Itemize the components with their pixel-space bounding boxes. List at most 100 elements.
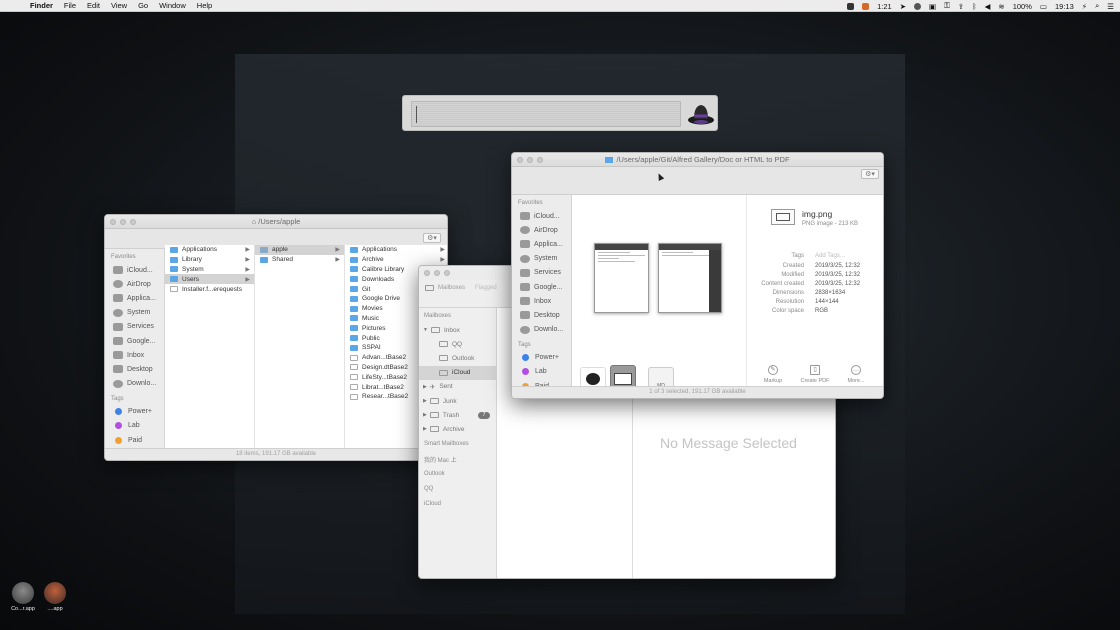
calendar-status-icon[interactable] — [862, 2, 870, 10]
sidebar-item-desktop[interactable]: Desktop — [512, 308, 571, 322]
location-icon[interactable]: ➤ — [900, 2, 906, 11]
preview-page-2[interactable] — [658, 243, 722, 313]
sidebar-item-downloads[interactable]: Downlo... — [105, 377, 164, 391]
menu-view[interactable]: View — [111, 1, 127, 10]
create-pdf-action[interactable]: ▯ Create PDF — [798, 365, 832, 384]
markup-action[interactable]: ✎ Markup — [756, 365, 790, 384]
action-gear-button[interactable]: ⚙▾ — [861, 169, 879, 179]
sidebar-tag-paid[interactable]: Paid — [105, 433, 164, 447]
more-action[interactable]: … More... — [839, 365, 873, 384]
add-tags-field[interactable]: Add Tags... — [815, 253, 845, 259]
sidebar-item-downloads[interactable]: Downlo... — [512, 323, 571, 337]
action-gear-button[interactable]: ⚙▾ — [423, 233, 441, 243]
mailbox-outlook[interactable]: Outlook — [419, 351, 496, 365]
sidebar-tag-power[interactable]: Power+ — [512, 351, 571, 365]
folder-icon — [260, 256, 268, 263]
mailbox-qq[interactable]: QQ — [419, 337, 496, 351]
alfred-hat-icon[interactable] — [687, 99, 715, 127]
sidebar-item-inbox[interactable]: Inbox — [512, 294, 571, 308]
minimize-button[interactable] — [434, 270, 440, 276]
sidebar-item-services[interactable]: Services — [105, 320, 164, 334]
sidebar-item-google[interactable]: Google... — [105, 334, 164, 348]
sidebar-item-airdrop[interactable]: AirDrop — [105, 277, 164, 291]
item-label: Archive — [362, 256, 384, 264]
sidebar-item-applications[interactable]: Applica... — [512, 237, 571, 251]
control-center-icon[interactable]: ☰ — [1107, 2, 1114, 11]
clock[interactable]: 19:13 — [1055, 2, 1074, 11]
on-my-mac-header[interactable]: 我的 Mac 上 — [419, 452, 496, 467]
battery-icon[interactable]: ▭ — [1040, 2, 1047, 11]
sidebar-tag-lab[interactable]: Lab — [105, 419, 164, 433]
gallery-view: MD — [572, 195, 746, 393]
list-item[interactable]: Shared ▶ — [255, 255, 344, 265]
list-item-selected[interactable]: apple ▶ — [255, 245, 344, 255]
sidebar-item-desktop[interactable]: Desktop — [105, 362, 164, 376]
qq-header[interactable]: QQ — [419, 482, 496, 497]
menu-window[interactable]: Window — [159, 1, 186, 10]
battery-percent[interactable]: 100% — [1013, 2, 1032, 11]
mailbox-archive[interactable]: ▶ Archive — [419, 422, 496, 436]
mailbox-junk[interactable]: ▶ Junk — [419, 394, 496, 408]
chevron-right-icon: ▶ — [335, 257, 340, 264]
alfred-search-input[interactable] — [411, 101, 681, 127]
sidebar-tag-lab[interactable]: Lab — [512, 365, 571, 379]
tags-header: Tags — [111, 395, 124, 402]
menu-help[interactable]: Help — [197, 1, 212, 10]
upload-icon[interactable]: ⇪ — [958, 2, 964, 11]
list-item[interactable]: Archive ▶ — [345, 255, 447, 265]
sidebar-item-airdrop[interactable]: AirDrop — [512, 223, 571, 237]
sidebar-tag-power[interactable]: Power+ — [105, 405, 164, 419]
item-label: Google Drive — [362, 295, 400, 303]
menu-go[interactable]: Go — [138, 1, 148, 10]
desktop-app-1[interactable]: Co...r.app — [8, 582, 38, 612]
archive-icon — [429, 426, 439, 433]
window-titlebar[interactable]: /Users/apple/Git/Alfred Gallery/Doc or H… — [512, 153, 883, 167]
preview-page-1[interactable] — [594, 243, 649, 313]
mailbox-icloud[interactable]: iCloud — [419, 365, 496, 380]
sidebar-item-icloud[interactable]: iCloud... — [105, 263, 164, 277]
list-item[interactable]: Library ▶ — [165, 255, 254, 265]
mailbox-sent[interactable]: ▶ ✈ Sent — [419, 380, 496, 394]
mailboxes-button[interactable]: Mailboxes — [425, 285, 465, 291]
folder-icon — [350, 344, 358, 351]
sidebar-item-applications[interactable]: Applica... — [105, 291, 164, 305]
list-item[interactable]: Installer.f...erequests — [165, 284, 254, 294]
sidebar-item-services[interactable]: Services — [512, 266, 571, 280]
app-menu[interactable]: Finder — [30, 1, 53, 10]
sidebar-item-google[interactable]: Google... — [512, 280, 571, 294]
mailbox-inbox[interactable]: ▼ Inbox — [419, 323, 496, 337]
volume-icon[interactable]: ◀ — [985, 2, 991, 11]
sidebar-item-system[interactable]: System — [105, 306, 164, 320]
list-item[interactable]: System ▶ — [165, 265, 254, 275]
list-item[interactable]: Applications ▶ — [345, 245, 447, 255]
list-item-selected[interactable]: Users ▶ — [165, 274, 254, 285]
lock-icon[interactable]: ⚿ — [944, 1, 950, 11]
display-icon[interactable]: ▣ — [929, 2, 936, 11]
flash-icon[interactable]: ⚡ — [1082, 2, 1087, 11]
outlook-header[interactable]: Outlook — [419, 467, 496, 482]
sidebar-item-system[interactable]: System — [512, 252, 571, 266]
close-button[interactable] — [424, 270, 430, 276]
spotlight-search-icon[interactable]: ⌕ — [1095, 1, 1099, 11]
menu-edit[interactable]: Edit — [87, 1, 100, 10]
wifi-icon[interactable]: ≋ — [998, 2, 1004, 11]
timer-status[interactable]: 1:21 — [877, 2, 892, 11]
sidebar-item-inbox[interactable]: Inbox — [105, 348, 164, 362]
document-icon — [170, 286, 178, 293]
folder-icon — [350, 286, 358, 293]
alfred-status-icon[interactable] — [847, 2, 855, 10]
mailbox-trash[interactable]: ▶ Trash 7 — [419, 408, 496, 422]
zoom-button[interactable] — [444, 270, 450, 276]
desktop-app-2[interactable]: ....app — [40, 582, 70, 612]
icloud-header[interactable]: iCloud — [419, 497, 496, 512]
sidebar-item-icloud[interactable]: iCloud... — [512, 209, 571, 223]
menu-file[interactable]: File — [64, 1, 76, 10]
mailbox-label: Trash — [442, 411, 460, 419]
window-titlebar[interactable]: ⌂ /Users/apple — [105, 215, 447, 229]
bluetooth-icon[interactable]: ᛒ — [972, 2, 977, 11]
screen-icon[interactable] — [914, 2, 922, 10]
trash-icon — [429, 412, 439, 419]
finder-window-users: ⌂ /Users/apple ⚙▾ Favorites iCloud... Ai… — [104, 214, 448, 461]
flagged-button[interactable]: Flagged — [475, 285, 497, 291]
list-item[interactable]: Applications ▶ — [165, 245, 254, 255]
